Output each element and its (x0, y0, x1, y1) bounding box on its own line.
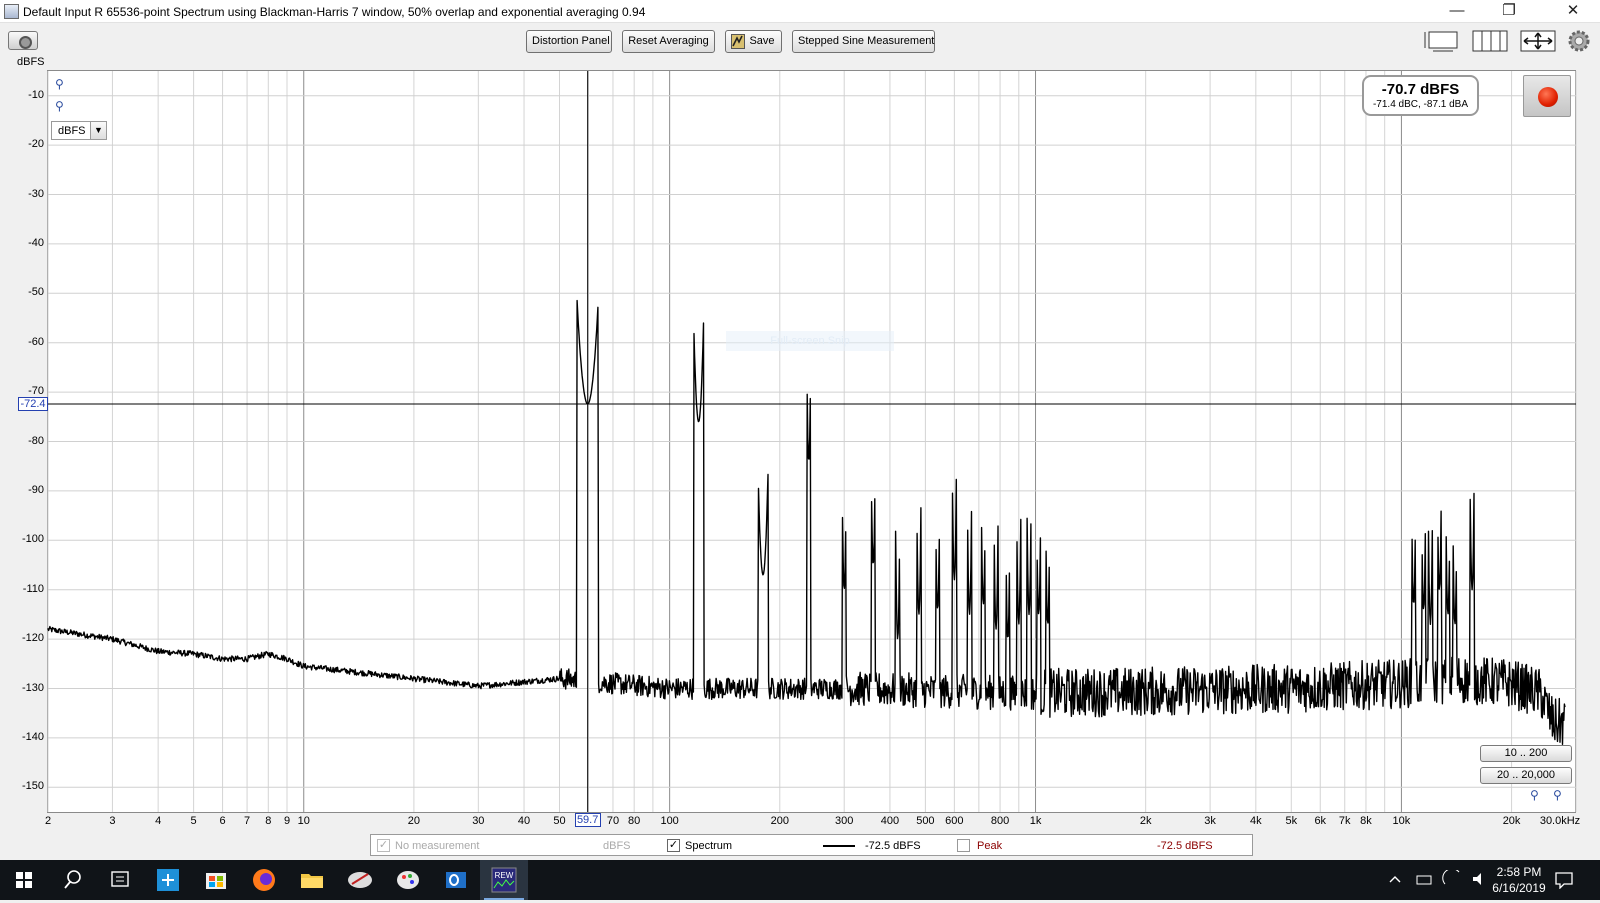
x-tick-label: 7 (244, 815, 251, 827)
range-20-20000-button[interactable]: 20 .. 20,000 (1480, 767, 1572, 784)
x-tick-label: 500 (916, 815, 935, 827)
clock-time: 2:58 PM (1496, 865, 1542, 879)
spectrum-chart (47, 71, 1577, 812)
spectrum-value: -72.5 dBFS (865, 840, 921, 852)
x-tick-label: 70 (606, 815, 620, 827)
y-tick-label: -140 (21, 730, 44, 743)
no-measurement-unit: dBFS (603, 840, 631, 852)
x-tick-label: 800 (990, 815, 1010, 827)
y-tick-label: -90 (28, 483, 44, 496)
x-tick-label: 8 (265, 815, 272, 827)
cursor-x-label: 59.7 (574, 813, 601, 827)
peak-value: -72.5 dBFS (1157, 840, 1213, 852)
taskbar: REW 2:58 PM 6/16/2019 (0, 860, 1600, 900)
teamviewer-icon[interactable] (144, 860, 192, 900)
x-tick-label: 600 (945, 815, 964, 827)
notifications-icon[interactable] (1554, 871, 1574, 889)
battery-icon (1416, 875, 1432, 885)
x-tick-label: 9 (283, 815, 291, 827)
paint-icon[interactable] (384, 860, 432, 900)
spectrum-line-swatch (823, 845, 855, 847)
no-measurement-checkbox: ✓ (377, 839, 390, 852)
y-tick-label: -50 (28, 286, 44, 299)
y-tick-label: -130 (21, 681, 44, 694)
record-button[interactable] (1523, 75, 1571, 117)
x-tick-label: 1k (1029, 815, 1042, 827)
x-tick-label: 40 (517, 815, 531, 827)
unit-select[interactable]: dBFS ▼ (51, 121, 107, 140)
chevron-down-icon: ▼ (90, 122, 106, 139)
x-tick-label: 20k (1502, 815, 1521, 827)
legend-bar: ✓ No measurement dBFS ✓ Spectrum -72.5 d… (370, 834, 1253, 856)
rew-icon: REW (491, 867, 517, 893)
x-tick-label: 100 (660, 815, 679, 827)
record-icon (1538, 87, 1558, 107)
x-tick-label: 80 (628, 815, 641, 827)
x-tick-label: 5 (190, 815, 197, 827)
no-measurement-label: No measurement (395, 840, 480, 852)
x-tick-label: 400 (880, 815, 900, 827)
unit-select-value: dBFS (58, 125, 86, 137)
level-readout: -70.7 dBFS -71.4 dBC, -87.1 dBA (1362, 75, 1479, 116)
clock-date: 6/16/2019 (1492, 881, 1546, 895)
readout-main: -70.7 dBFS (1381, 81, 1460, 98)
y-tick-label: -10 (28, 88, 44, 101)
y-tick-label: -120 (21, 632, 44, 645)
x-tick-label: 7k (1338, 815, 1351, 827)
x-tick-label: 3k (1204, 815, 1216, 827)
x-tick-label: 2 (44, 815, 52, 827)
y-tick-label: -80 (28, 434, 44, 447)
spectrum-trace (47, 299, 1566, 745)
cursor-y-label: -72.4 (18, 396, 48, 411)
svg-text:REW: REW (495, 871, 514, 880)
peak-label: Peak (977, 840, 1003, 852)
x-tick-label: 30 (472, 815, 485, 827)
x-tick-label: 200 (770, 815, 789, 827)
x-tick-label: 300 (835, 815, 854, 827)
firefox-icon[interactable] (240, 860, 288, 900)
peak-checkbox[interactable] (957, 839, 970, 852)
y-tick-label: -20 (28, 138, 44, 151)
y-tick-label: -100 (21, 533, 44, 546)
zoom-in-icon[interactable]: ⚲ (55, 77, 69, 91)
x-tick-label: 5k (1285, 815, 1298, 827)
store-icon[interactable] (192, 860, 240, 900)
y-tick-label: -70 (28, 385, 44, 398)
x-tick-label: 6k (1314, 815, 1327, 827)
search-icon[interactable] (48, 860, 96, 900)
y-tick-label: -30 (28, 187, 44, 200)
spectrum-checkbox[interactable]: ✓ (667, 839, 680, 852)
x-tick-label: 3 (109, 815, 116, 827)
rew-app-taskbar-item[interactable]: REW (480, 860, 528, 900)
x-tick-label: 30.0kHz (1539, 815, 1581, 827)
x-tick-label: 6 (219, 815, 226, 827)
x-tick-label: 10 (297, 815, 310, 827)
task-view-icon[interactable] (96, 860, 144, 900)
y-tick-label: -150 (21, 780, 44, 793)
snipping-tool-icon[interactable] (336, 860, 384, 900)
readout-sub: -71.4 dBC, -87.1 dBA (1372, 99, 1469, 110)
windows-start-icon[interactable] (0, 860, 48, 900)
clock[interactable]: 2:58 PM 6/16/2019 (1479, 864, 1559, 896)
spectrum-label: Spectrum (685, 840, 733, 852)
file-explorer-icon[interactable] (288, 860, 336, 900)
x-tick-label: 20 (407, 815, 421, 827)
zoom-out-x-icon[interactable]: ⚲ (1530, 788, 1544, 802)
x-tick-label: 50 (553, 815, 566, 827)
x-tick-label: 8k (1360, 815, 1372, 827)
y-tick-label: -110 (22, 582, 44, 595)
x-tick-label: 10k (1392, 815, 1411, 827)
chevron-up-icon (1389, 876, 1401, 883)
y-tick-label: -40 (28, 236, 44, 249)
zoom-out-icon[interactable]: ⚲ (55, 99, 69, 113)
full-screen-snip-watermark: Full-screen Snip (726, 331, 894, 351)
range-10-200-button[interactable]: 10 .. 200 (1480, 745, 1572, 762)
x-tick-label: 4 (155, 815, 162, 827)
x-tick-label: 2k (1139, 815, 1152, 827)
y-tick-label: -60 (28, 335, 44, 348)
x-tick-label: 4k (1250, 815, 1262, 827)
outlook-icon[interactable] (432, 860, 480, 900)
wifi-icon (1442, 870, 1460, 885)
zoom-in-x-icon[interactable]: ⚲ (1553, 788, 1567, 802)
